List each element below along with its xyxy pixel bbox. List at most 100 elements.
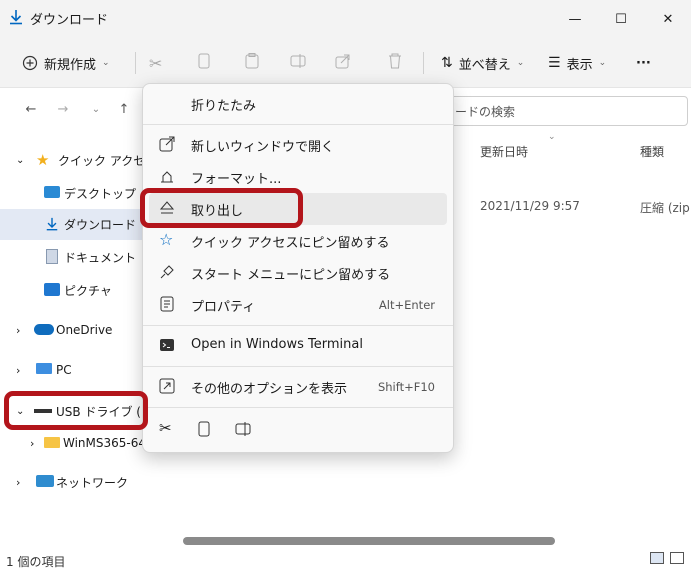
rename-icon xyxy=(235,421,253,439)
new-button[interactable]: 新規作成 ⌄ xyxy=(22,50,110,76)
menu-open-terminal[interactable]: Open in Windows Terminal xyxy=(149,330,447,362)
minimize-button[interactable]: — xyxy=(552,0,598,38)
more-button[interactable]: ··· xyxy=(636,50,651,76)
arrow-up-icon: ↑ xyxy=(118,101,130,117)
menu-cut-button[interactable]: ✂ xyxy=(149,414,189,446)
nav-pc[interactable]: › PC xyxy=(0,355,165,385)
arrow-left-icon: ← xyxy=(25,101,37,117)
menu-label: スタート メニューにピン留めする xyxy=(191,268,391,283)
recent-button[interactable]: ⌄ xyxy=(85,98,107,120)
nav-label: WinMS365-64l xyxy=(63,436,150,450)
forward-button[interactable]: → xyxy=(52,98,74,120)
menu-label: 折りたたみ xyxy=(191,99,257,114)
new-label: 新規作成 xyxy=(44,57,97,73)
maximize-icon: ☐ xyxy=(615,11,627,27)
menu-pin-quick-access[interactable]: ☆ クイック アクセスにピン留めする xyxy=(149,225,447,257)
chevron-down-icon: ⌄ xyxy=(598,58,607,68)
usb-highlight-annotation xyxy=(4,391,148,430)
window-title: ダウンロード xyxy=(30,13,109,28)
network-icon xyxy=(36,475,54,487)
pin-icon xyxy=(159,264,177,282)
menu-properties[interactable]: プロパティ Alt+Enter xyxy=(149,289,447,321)
menu-more-options[interactable]: その他のオプションを表示 Shift+F10 xyxy=(149,371,447,403)
menu-label: クイック アクセスにピン留めする xyxy=(191,236,390,251)
copy-icon xyxy=(197,53,211,73)
paste-button[interactable] xyxy=(245,50,259,76)
chevron-down-icon: ⌄ xyxy=(16,154,25,166)
star-icon: ★ xyxy=(36,151,50,169)
command-bar: 新規作成 ⌄ ✂ ⇅ 並べ替え ⌄ ☰ 表示 ⌄ ··· xyxy=(0,38,691,88)
nav-network[interactable]: › ネットワーク xyxy=(0,467,165,497)
context-menu: 折りたたみ 新しいウィンドウで開く フォーマット... 取り出し ☆ クイック … xyxy=(142,83,454,453)
arrow-right-icon: → xyxy=(57,101,69,117)
nav-label: PC xyxy=(56,363,72,377)
menu-collapse[interactable]: 折りたたみ xyxy=(149,88,447,120)
monitor-icon xyxy=(36,363,52,374)
nav-pictures[interactable]: ピクチャ xyxy=(0,275,165,305)
search-input[interactable]: ードの検索 xyxy=(440,96,688,126)
picture-icon xyxy=(44,283,60,296)
menu-copy-button[interactable] xyxy=(187,414,223,446)
menu-open-new-window[interactable]: 新しいウィンドウで開く xyxy=(149,129,447,161)
file-row-type: 圧縮 (zip xyxy=(640,201,690,215)
sort-button[interactable]: ⇅ 並べ替え ⌄ xyxy=(441,50,524,76)
sort-label: 並べ替え xyxy=(458,57,511,73)
menu-shortcut: Alt+Enter xyxy=(378,298,435,312)
menu-pin-start[interactable]: スタート メニューにピン留めする xyxy=(149,257,447,289)
desktop-icon xyxy=(44,186,60,198)
more-options-icon xyxy=(159,378,177,396)
menu-label: その他のオプションを表示 xyxy=(191,382,348,397)
rename-button[interactable] xyxy=(290,50,306,76)
chevron-down-icon: ⌄ xyxy=(91,103,101,115)
nav-label: ネットワーク xyxy=(56,475,129,490)
nav-usb-folder[interactable]: › WinMS365-64l xyxy=(0,428,165,458)
maximize-button[interactable]: ☐ xyxy=(598,0,644,38)
chevron-right-icon: › xyxy=(30,436,35,450)
file-row-date: 2021/11/29 9:57 xyxy=(480,199,580,213)
horizontal-scrollbar[interactable] xyxy=(183,537,555,545)
nav-onedrive[interactable]: › OneDrive xyxy=(0,315,165,345)
up-button[interactable]: ↑ xyxy=(113,98,135,120)
tiles-view-toggle[interactable] xyxy=(670,552,684,564)
column-header-date[interactable]: 更新日時 xyxy=(480,143,528,160)
nav-label: ドキュメント xyxy=(64,250,137,265)
nav-quick-access[interactable]: ⌄ ★ クイック アクセス xyxy=(0,145,165,175)
minimize-icon: — xyxy=(568,11,582,27)
download-icon xyxy=(45,216,63,231)
scissors-icon: ✂ xyxy=(149,53,163,73)
list-view-icon: ☰ xyxy=(548,55,561,71)
cut-button[interactable]: ✂ xyxy=(149,50,162,76)
menu-rename-button[interactable] xyxy=(225,414,261,446)
menu-label: フォーマット... xyxy=(191,172,282,187)
properties-icon xyxy=(159,296,177,314)
menu-label: Open in Windows Terminal xyxy=(191,337,363,352)
nav-label: ダウンロード xyxy=(64,217,137,232)
chevron-right-icon: › xyxy=(16,363,21,377)
menu-label: プロパティ xyxy=(191,300,256,315)
close-icon: ✕ xyxy=(662,11,674,27)
more-icon: ··· xyxy=(636,55,651,71)
share-button[interactable] xyxy=(335,50,351,76)
nav-documents[interactable]: ドキュメント xyxy=(0,242,165,272)
open-new-window-icon xyxy=(159,136,177,154)
delete-button[interactable] xyxy=(388,50,402,76)
column-header-type[interactable]: 種類 xyxy=(640,143,664,160)
folder-icon xyxy=(44,437,60,448)
download-icon xyxy=(8,9,24,25)
nav-label: ピクチャ xyxy=(64,283,112,298)
chevron-right-icon: › xyxy=(16,323,21,337)
eject-highlight-annotation xyxy=(140,188,303,228)
sort-icon: ⇅ xyxy=(441,55,453,71)
close-button[interactable]: ✕ xyxy=(645,0,691,38)
chevron-down-icon: ⌄ xyxy=(102,58,110,68)
star-outline-icon: ☆ xyxy=(159,230,174,249)
menu-label: 新しいウィンドウで開く xyxy=(191,140,335,155)
status-item-count: 1 個の項目 xyxy=(6,555,66,569)
chevron-right-icon: › xyxy=(16,475,21,489)
back-button[interactable]: ← xyxy=(20,98,42,120)
details-view-toggle[interactable] xyxy=(650,552,664,564)
trash-icon xyxy=(388,53,402,73)
view-button[interactable]: ☰ 表示 ⌄ xyxy=(548,50,606,76)
format-icon xyxy=(159,168,177,186)
copy-button[interactable] xyxy=(197,50,211,76)
